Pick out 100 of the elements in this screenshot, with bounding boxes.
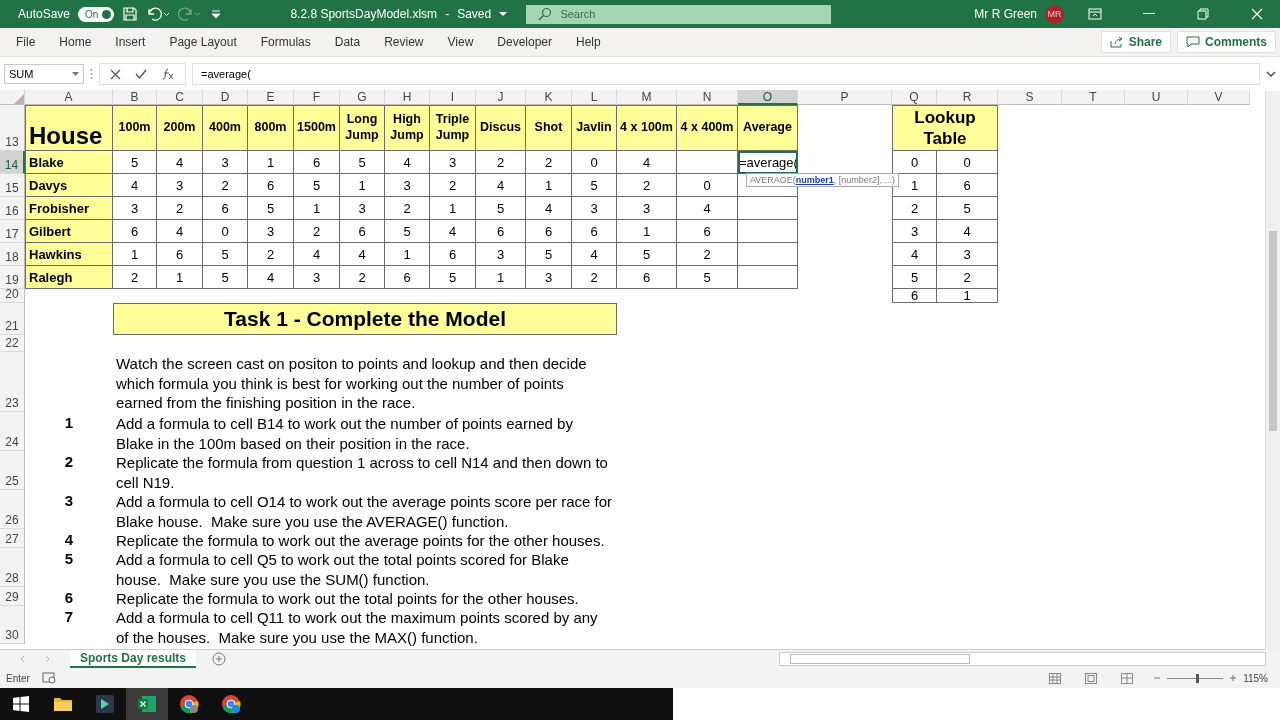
ribbon-tab[interactable]: Formulas [248, 35, 323, 49]
column-header[interactable]: V [1188, 90, 1250, 105]
spreadsheet-app-icon[interactable] [137, 695, 157, 713]
column-header[interactable]: H [385, 90, 430, 105]
caret-icon[interactable] [499, 11, 508, 17]
save-icon[interactable] [122, 6, 139, 22]
column-header[interactable]: F [294, 90, 340, 105]
row-number[interactable]: 17 [0, 220, 25, 243]
normal-view-icon[interactable] [1049, 672, 1062, 684]
column-header[interactable]: K [526, 90, 572, 105]
sheet-tab[interactable]: Sports Day results [70, 650, 197, 668]
undo-icon[interactable] [146, 6, 171, 22]
table-cell: 3 [248, 220, 294, 243]
browser-icon[interactable] [179, 694, 199, 714]
row-number[interactable]: 24 [0, 412, 25, 451]
column-header[interactable]: B [113, 90, 157, 105]
start-icon[interactable] [13, 696, 29, 712]
ribbon-tab[interactable]: Page Layout [157, 35, 249, 49]
enter-icon[interactable] [135, 69, 147, 79]
add-sheet-icon[interactable] [212, 652, 227, 666]
ribbon-tab[interactable]: Developer [485, 35, 564, 49]
comments-button[interactable]: Comments [1177, 31, 1276, 53]
formula-field[interactable]: =average( [192, 63, 1260, 85]
ribbon-tab[interactable]: View [435, 35, 486, 49]
column-header[interactable]: P [798, 90, 892, 105]
table-cell: 2 [526, 151, 572, 174]
table-cell: 1 [937, 289, 998, 303]
vertical-scrollbar[interactable] [1265, 91, 1280, 650]
task-intro: Watch the screen cast on positon to points and lookup and then decide which formula you think is best for working out the number of points earned from the finishing position in the race. [115, 354, 588, 413]
table-header-cell: Triple Jump [430, 105, 476, 151]
row-number[interactable]: 19 [0, 266, 25, 289]
macro-record-icon[interactable] [41, 672, 56, 684]
close-icon[interactable] [1251, 8, 1263, 20]
row-number[interactable]: 20 [0, 289, 25, 303]
minimize-icon[interactable] [1143, 13, 1155, 15]
column-header[interactable]: L [572, 90, 617, 105]
ribbon-tab[interactable]: Help [564, 35, 613, 49]
browser-icon[interactable] [221, 694, 241, 714]
column-header[interactable]: Q [892, 90, 937, 105]
row-number[interactable]: 13 [0, 105, 25, 151]
table-cell: Hawkins [25, 243, 113, 266]
row-number[interactable]: 29 [0, 587, 25, 606]
ribbon-tab[interactable]: Insert [103, 35, 158, 49]
name-box[interactable]: SUM [4, 64, 84, 84]
row-number[interactable]: 26 [0, 490, 25, 529]
column-header[interactable]: A [25, 90, 113, 105]
taskbar-button[interactable] [126, 688, 168, 720]
page-layout-icon[interactable] [1085, 672, 1098, 684]
column-header[interactable]: O [738, 90, 798, 105]
column-header[interactable]: I [430, 90, 476, 105]
step-text: Add a formula to cell Q5 to work out the total points scored for Blake house. Make sure you use the SUM() function. [115, 550, 570, 590]
ribbon-tab[interactable]: Home [47, 35, 104, 49]
share-button[interactable]: Share [1100, 31, 1171, 53]
expand-icon[interactable] [1266, 71, 1276, 77]
table-cell: 3 [113, 197, 157, 220]
row-number[interactable]: 22 [0, 335, 25, 352]
horizontal-scrollbar[interactable] [779, 652, 1266, 666]
row-number[interactable]: 25 [0, 451, 25, 490]
column-header[interactable]: C [157, 90, 203, 105]
table-cell: 4 [340, 243, 385, 266]
column-header[interactable]: E [248, 90, 294, 105]
ribbon-tab[interactable]: Review [372, 35, 436, 49]
ribbon-display-icon[interactable] [1088, 8, 1102, 20]
column-header[interactable]: M [617, 90, 677, 105]
table-cell: 2 [113, 266, 157, 289]
column-header[interactable]: R [937, 90, 998, 105]
table-cell: 6 [157, 243, 203, 266]
row-number[interactable]: 21 [0, 303, 25, 335]
autosave-toggle[interactable]: On [78, 6, 115, 22]
ribbon-tab[interactable]: File [4, 35, 48, 49]
row-number[interactable]: 28 [0, 548, 25, 587]
user-avatar[interactable]: MR [1045, 4, 1064, 24]
zoom-level[interactable]: 115% [1243, 672, 1268, 684]
page-break-icon[interactable] [1121, 672, 1134, 684]
search-field[interactable]: Search [526, 4, 832, 24]
column-header[interactable]: T [1062, 90, 1125, 105]
row-number[interactable]: 30 [0, 606, 25, 644]
column-header[interactable]: U [1125, 90, 1188, 105]
zoom-in-icon[interactable] [1229, 674, 1238, 682]
column-header[interactable]: J [476, 90, 526, 105]
insert-function-icon[interactable] [161, 68, 175, 80]
row-number[interactable]: 14 [0, 151, 25, 174]
row-number[interactable]: 18 [0, 243, 25, 266]
row-number[interactable]: 15 [0, 174, 25, 197]
column-header[interactable]: G [340, 90, 385, 105]
folder-icon[interactable] [53, 696, 73, 712]
row-number[interactable]: 16 [0, 197, 25, 220]
table-cell: 2 [248, 243, 294, 266]
row-number[interactable]: 23 [0, 352, 25, 412]
column-header[interactable]: N [677, 90, 738, 105]
column-header[interactable]: D [203, 90, 248, 105]
restore-icon[interactable] [1197, 8, 1209, 20]
row-number[interactable]: 27 [0, 529, 25, 548]
app-icon[interactable] [96, 695, 114, 713]
column-header[interactable]: S [998, 90, 1062, 105]
table-cell: 2 [937, 266, 998, 289]
cancel-icon[interactable] [110, 68, 121, 80]
ribbon-tab[interactable]: Data [322, 35, 373, 49]
save-status: Saved [457, 7, 492, 21]
customize-icon[interactable] [210, 8, 223, 20]
